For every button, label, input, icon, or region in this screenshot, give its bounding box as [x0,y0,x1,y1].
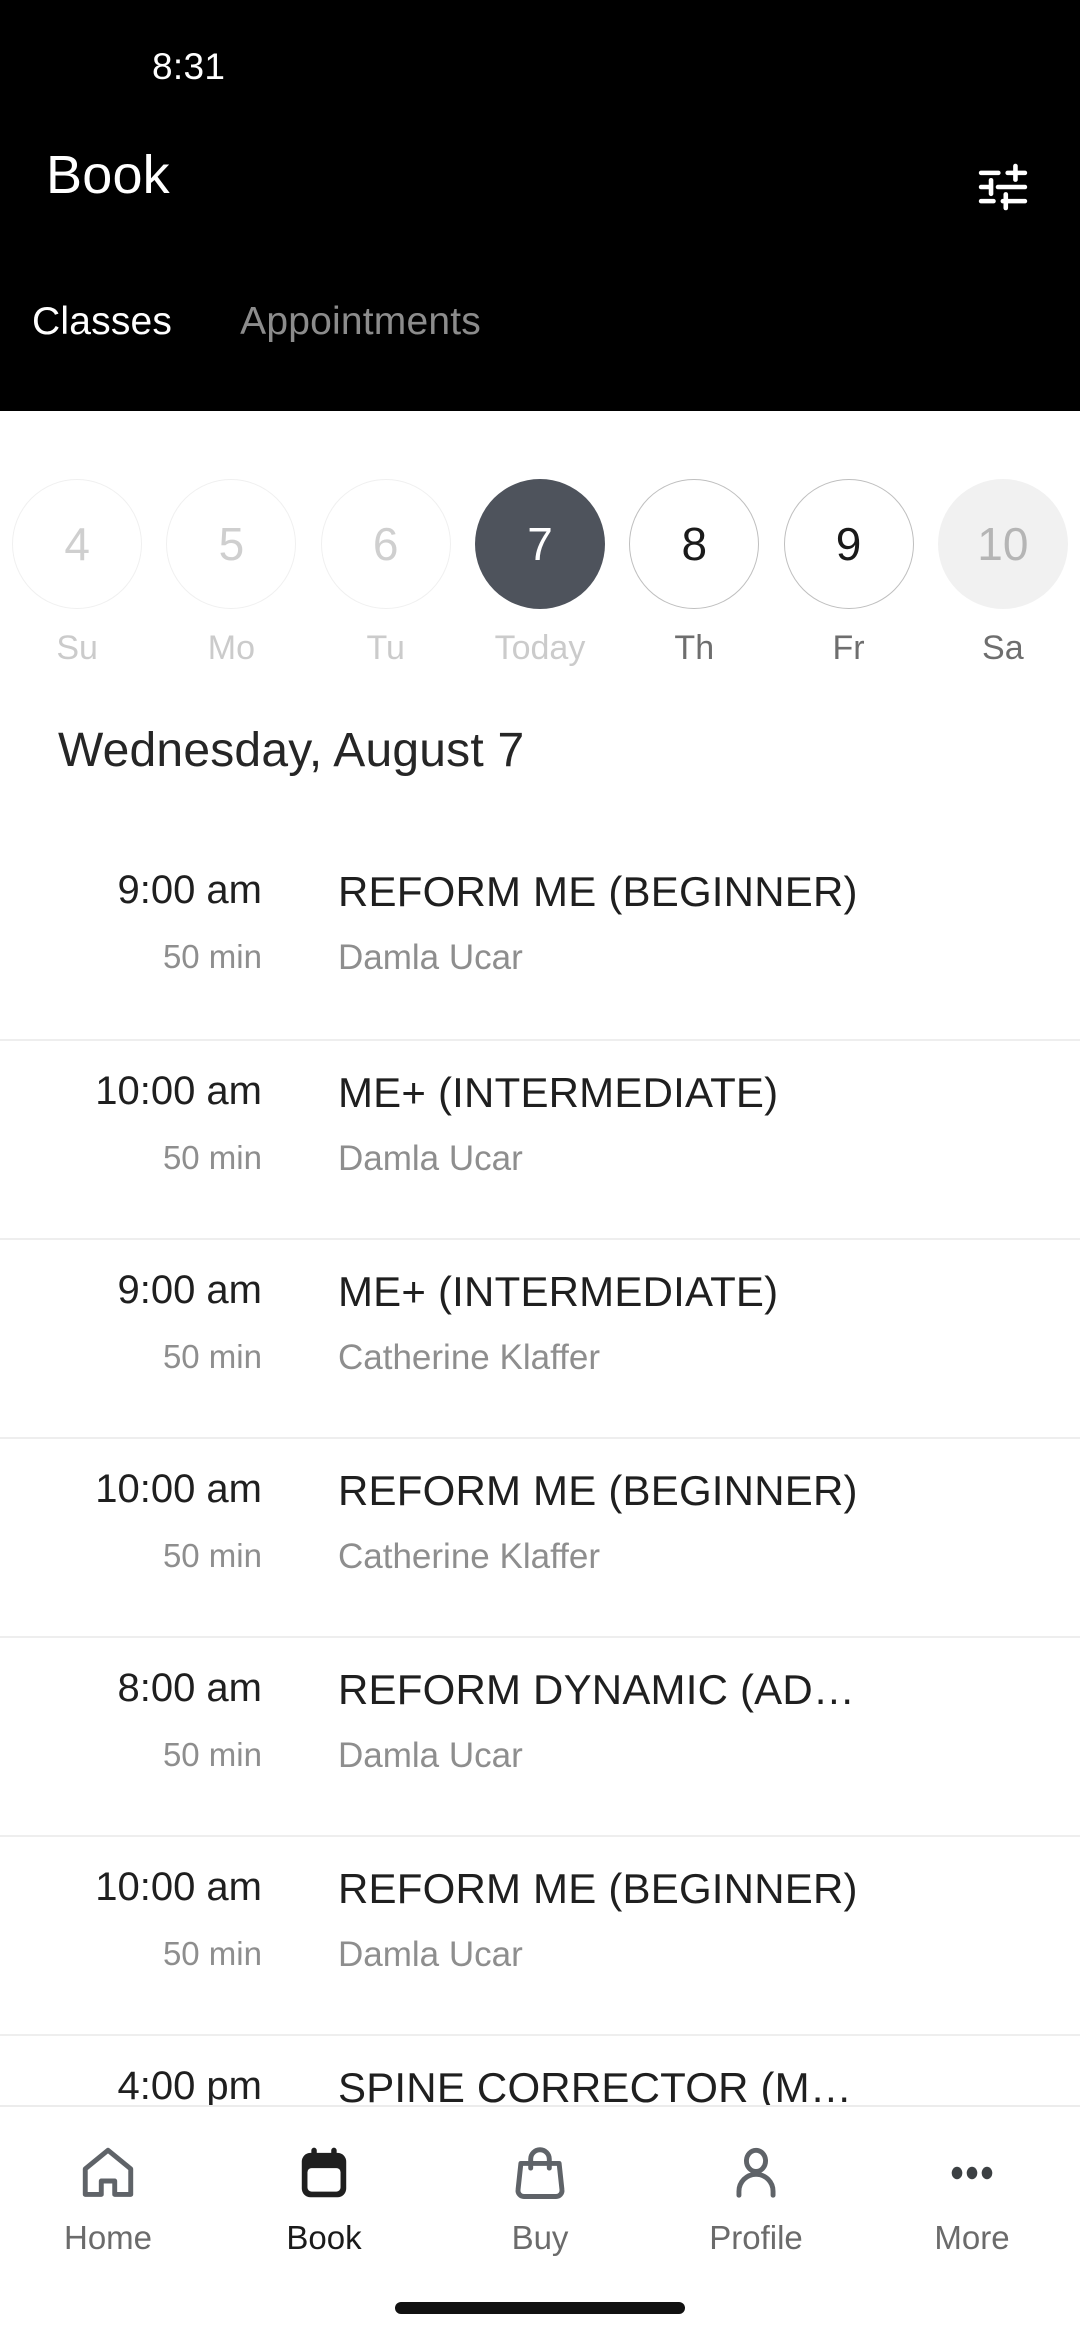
nav-item-more[interactable]: More [864,2137,1080,2257]
class-time-column: 10:00 am 50 min [0,1069,290,1238]
class-instructor: Damla Ucar [338,938,523,978]
class-name: REFORM ME (BEGINNER) [338,1865,858,1912]
class-list[interactable]: 9:00 am 50 min REFORM ME (BEGINNER) Daml… [0,840,1080,2120]
date-number: 6 [320,479,451,609]
date-weekday: Mo [207,629,256,667]
class-duration: 50 min [162,1139,262,1176]
class-time: 10:00 am [95,1467,262,1511]
class-time: 10:00 am [95,1865,262,1909]
status-bar-clock: 8:31 [152,46,226,87]
class-instructor: Catherine Klaffer [338,1537,601,1577]
class-list-item[interactable]: 9:00 am 50 min ME+ (INTERMEDIATE) Cather… [0,1238,1080,1437]
class-info-column: ME+ (INTERMEDIATE) Catherine Klaffer [290,1268,1080,1437]
class-time: 4:00 pm [117,2064,262,2108]
nav-item-book[interactable]: Book [216,2137,432,2257]
class-instructor: Catherine Klaffer [338,1338,601,1378]
class-time: 9:00 am [117,1268,262,1312]
tab-bar: Classes Appointments [0,300,1080,410]
home-indicator [395,2302,685,2314]
date-number: 9 [783,479,914,609]
tab-classes[interactable]: Classes [32,300,172,344]
class-instructor: Damla Ucar [338,1139,523,1179]
class-info-column: REFORM DYNAMIC (AD… Damla Ucar [290,1666,1080,1835]
nav-item-buy[interactable]: Buy [432,2137,648,2257]
class-info-column: REFORM ME (BEGINNER) Damla Ucar [290,1865,1080,2034]
tab-appointments[interactable]: Appointments [240,300,481,344]
class-time-column: 10:00 am 50 min [0,1865,290,2034]
date-cell-10[interactable]: 10 Sa [926,411,1080,668]
nav-label: More [934,2219,1010,2256]
date-weekday: Su [56,629,98,667]
bag-icon [509,2137,571,2209]
class-list-item[interactable]: 9:00 am 50 min REFORM ME (BEGINNER) Daml… [0,840,1080,1039]
date-weekday: Tu [366,629,405,667]
class-instructor: Damla Ucar [338,1736,523,1776]
nav-item-home[interactable]: Home [0,2137,216,2257]
class-list-item[interactable]: 10:00 am 50 min REFORM ME (BEGINNER) Cat… [0,1437,1080,1636]
date-cell-8[interactable]: 8 Th [617,411,771,668]
class-info-column: REFORM ME (BEGINNER) Catherine Klaffer [290,1467,1080,1636]
date-cell-4[interactable]: 4 Su [0,411,154,668]
date-weekday: Th [674,629,715,667]
class-duration: 50 min [162,938,262,975]
class-list-item[interactable]: 8:00 am 50 min REFORM DYNAMIC (AD… Damla… [0,1636,1080,1835]
class-time: 9:00 am [117,868,262,912]
class-name: REFORM ME (BEGINNER) [338,1467,858,1514]
class-time-column: 9:00 am 50 min [0,1268,290,1437]
date-cell-5[interactable]: 5 Mo [154,411,308,668]
class-list-item[interactable]: 10:00 am 50 min REFORM ME (BEGINNER) Dam… [0,1835,1080,2034]
date-cell-today[interactable]: 7 Today [463,411,617,668]
date-weekday: Fr [832,629,865,667]
calendar-icon [293,2137,355,2209]
class-list-item[interactable]: 10:00 am 50 min ME+ (INTERMEDIATE) Damla… [0,1039,1080,1238]
ellipsis-icon [941,2137,1003,2209]
date-number: 4 [12,479,143,609]
class-duration: 50 min [162,1537,262,1574]
class-duration: 50 min [162,1935,262,1972]
status-bar: 8:31 [0,0,1080,120]
date-weekday: Sa [982,629,1024,667]
date-number: 8 [629,479,760,609]
class-name: REFORM DYNAMIC (AD… [338,1666,856,1713]
date-cell-6[interactable]: 6 Tu [309,411,463,668]
class-duration: 50 min [162,1338,262,1375]
class-name: ME+ (INTERMEDIATE) [338,1268,779,1315]
class-time: 10:00 am [95,1069,262,1113]
date-number: 10 [937,479,1068,609]
class-info-column: REFORM ME (BEGINNER) Damla Ucar [290,868,1080,1039]
date-number-selected: 7 [474,479,605,609]
class-instructor: Damla Ucar [338,1935,523,1975]
tune-icon[interactable] [968,152,1038,222]
page-title: Book [46,145,170,205]
title-bar: Book [0,130,1080,240]
class-info-column: ME+ (INTERMEDIATE) Damla Ucar [290,1069,1080,1238]
person-icon [725,2137,787,2209]
class-name: REFORM ME (BEGINNER) [338,868,858,915]
nav-label: Book [286,2219,362,2256]
nav-label: Home [63,2219,153,2256]
bottom-navigation-bar: Home Book Buy Profile More [0,2105,1080,2340]
nav-label: Profile [709,2219,803,2256]
home-icon [77,2137,139,2209]
class-name: ME+ (INTERMEDIATE) [338,1069,779,1116]
date-number: 5 [166,479,297,609]
class-time: 8:00 am [117,1666,262,1710]
selected-day-heading: Wednesday, August 7 [58,724,525,777]
class-time-column: 8:00 am 50 min [0,1666,290,1835]
class-time-column: 9:00 am 50 min [0,868,290,1039]
date-strip[interactable]: 4 Su 5 Mo 6 Tu 7 Today 8 Th 9 Fr 10 Sa [0,411,1080,671]
nav-item-profile[interactable]: Profile [648,2137,864,2257]
date-cell-9[interactable]: 9 Fr [771,411,925,668]
class-time-column: 10:00 am 50 min [0,1467,290,1636]
nav-label: Buy [511,2219,569,2256]
app-screen: 8:31 Book Classes Appointments 4 Su 5 Mo… [0,0,1080,2340]
date-weekday: Today [494,629,586,667]
class-duration: 50 min [162,1736,262,1773]
app-header: 8:31 Book Classes Appointments [0,0,1080,411]
